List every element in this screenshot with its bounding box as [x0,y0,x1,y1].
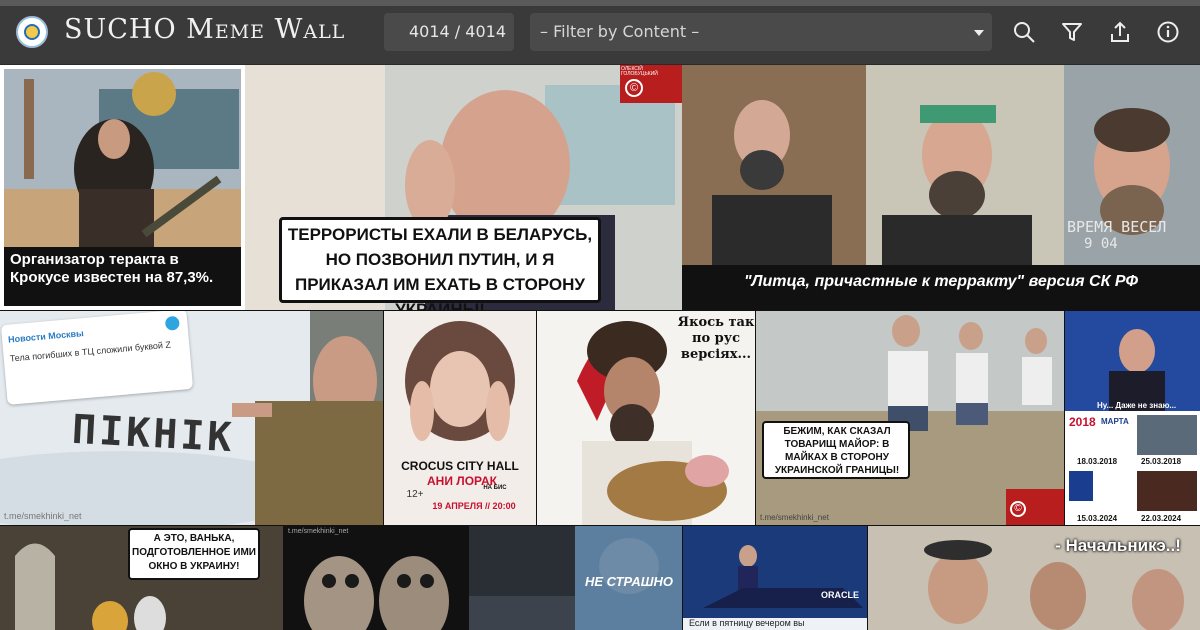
meme-caption: А ЭТО, ВАНЬКА, ПОДГОТОВЛЕННОЕ ИМИ ОКНО В… [132,533,256,572]
meme-tile-investigators-version[interactable]: ВРЕМЯ ВЕСЕЛ 9 04 "Литца, причастные к те… [682,65,1200,310]
chevron-down-icon [974,30,984,36]
presenter-photo [1065,311,1200,411]
copyright-icon: © [1010,501,1026,517]
sponsor-logo: ORACLE [821,590,859,600]
photo-thumb [1137,415,1197,455]
meme-tile-boss[interactable]: - Начальникэ..! [868,526,1200,630]
meme-tile-owls[interactable]: t.me/smekhinki_net [284,526,468,630]
tv-studio-frame [1065,311,1200,411]
filter-icon[interactable] [1060,20,1084,44]
meme-caption: - Начальникэ..! [1055,536,1181,555]
content-filter-select[interactable]: – Filter by Content – [530,13,992,51]
image-counter-field[interactable]: 4014 / 4014 [384,13,514,51]
poster-date: 19 АПРЕЛЯ // 20:00 [432,501,516,511]
meme-tile-runners[interactable]: БЕЖИМ, КАК СКАЗАЛ ТОВАРИЩ МАЙОР: В МАЙКА… [756,311,1064,525]
meme-caption: ТЕРРОРИСТЫ ЕХАЛИ В БЕЛАРУСЬ, НО ПОЗВОНИЛ… [287,225,593,310]
meme-caption: Организатор теракта в Крокусе известен н… [10,251,214,286]
news-source: Новости Москвы [7,328,85,345]
telegram-icon [164,315,180,331]
meme-tile-lukashenko[interactable]: ОЛЕКСІЙ ГОЛОБУЦЬКИЙ © ТЕРРОРИСТЫ ЕХАЛИ В… [245,65,682,310]
video-timestamp: 9 04 [1084,236,1118,252]
poster-venue: CROCUS CITY HALL [401,459,519,473]
meme-caption: Если в пятницу вечером вы [689,618,805,628]
author-badge-label: ОЛЕКСІЙ ГОЛОБУЦЬКИЙ [621,66,658,77]
info-icon[interactable] [1156,20,1180,44]
election-month: МАРТА [1101,417,1129,426]
meme-tile-crocus-organizer[interactable]: Организатор теракта в Крокусе известен н… [0,65,245,310]
meme-caption: "Литца, причастные к терракту" версия СК… [743,273,1139,290]
meme-tile-racing[interactable]: ORACLE Если в пятницу вечером вы [683,526,867,630]
poster-encore: НА БИС [483,485,507,491]
meme-tile-bin-laden-easter[interactable]: Якось так по рус версіях... [537,311,755,525]
poster-age: 12+ [406,489,424,500]
top-bar: SUCHO Meme Wall 4014 / 4014 – Filter by … [0,0,1200,65]
snow-writing: ПІКНІК [70,406,236,462]
meme-caption: Якось так по рус версіях... [677,315,755,362]
election-year: 2018 [1069,415,1096,429]
date-1: 18.03.2018 [1077,457,1118,466]
sucho-logo-icon[interactable] [16,16,48,48]
race-car-photo [683,526,867,618]
meme-tile-not-scary[interactable]: НЕ СТРАШНО [469,526,682,630]
video-subtitle: Ну... Даже не знаю... [1097,401,1177,410]
meme-tile-window[interactable]: А ЭТО, ВАНЬКА, ПОДГОТОВЛЕННОЕ ИМИ ОКНО В… [0,526,283,630]
date-3: 15.03.2024 [1077,514,1118,523]
date-4: 22.03.2024 [1141,514,1182,523]
app-title: SUCHO Meme Wall [64,14,346,45]
meme-tile-elections[interactable]: Ну... Даже не знаю... 2018 МАРТА 18.03.2… [1065,311,1200,525]
election-logo-icon [1069,471,1093,501]
meme-tile-picnic[interactable]: Новости Москвы Тела погибших в ТЦ сложил… [0,311,383,525]
search-icon[interactable] [1012,20,1036,44]
video-watermark: ВРЕМЯ ВЕСЕЛ [1067,218,1167,236]
news-card: Новости Москвы Тела погибших в ТЦ сложил… [0,311,194,405]
source-credit: t.me/smekhinki_net [288,528,349,535]
source-credit: t.me/smekhinki_net [4,511,82,521]
owls-photo [284,526,468,630]
meme-caption: БЕЖИМ, КАК СКАЗАЛ ТОВАРИЩ МАЙОР: В МАЙКА… [774,426,900,476]
source-credit: t.me/smekhinki_net [760,513,829,522]
date-2: 25.03.2018 [1141,457,1182,466]
filter-placeholder: – Filter by Content – [540,22,700,41]
meme-tile-crocus-poster[interactable]: CROCUS CITY HALL АНИ ЛОРАК НА БИС 12+ 19… [384,311,536,525]
copyright-icon: © [625,79,643,97]
photo-thumb [1137,471,1197,511]
share-icon[interactable] [1108,20,1132,44]
meme-caption: НЕ СТРАШНО [585,574,673,589]
